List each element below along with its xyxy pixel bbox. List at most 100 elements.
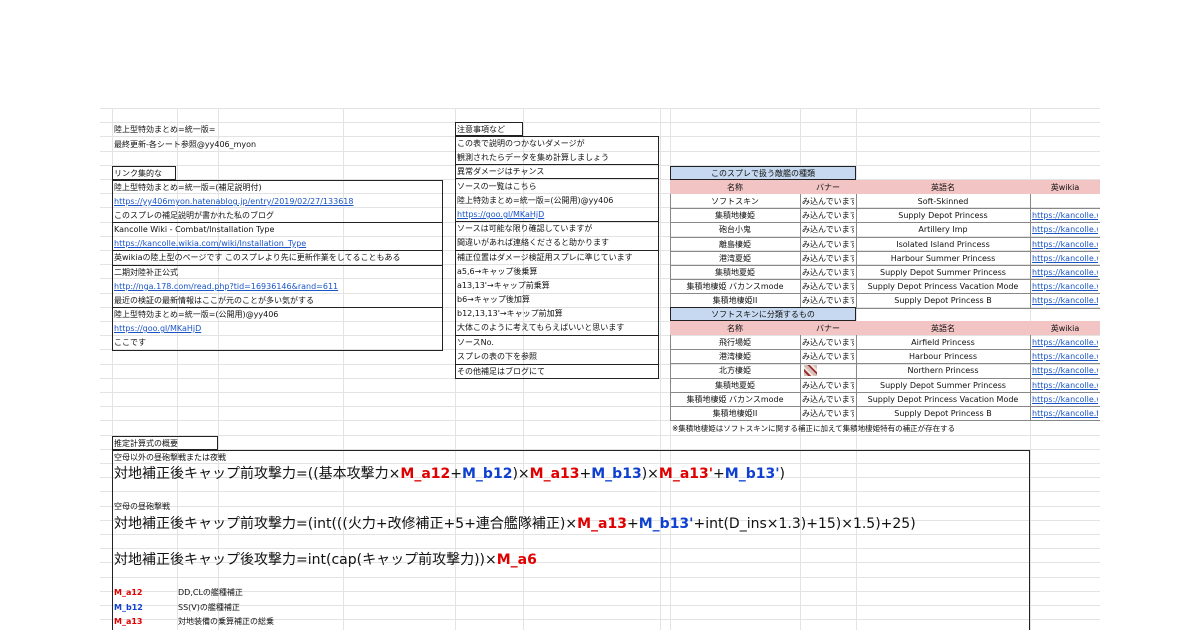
left-row-2: このスプレの補足説明が書かれた私のブログ (114, 211, 274, 220)
enemy-row-2-wikia-link[interactable]: https://kancolle.w (1032, 223, 1098, 236)
softskin-row-3-english: Supply Depot Summer Princess (880, 381, 1006, 390)
enemy-row-6-wikia-link[interactable]: https://kancolle.w (1032, 280, 1098, 293)
sub-col-english: 英語名 (931, 324, 955, 333)
enemy-row-3-wikia-link[interactable]: https://kancolle.w (1032, 238, 1098, 251)
enemy-row-1-name: 集積地棲姫 (715, 211, 755, 220)
note-13: 大体このように考えてもらえばいいと思います (457, 323, 625, 332)
softskin-row-1-name: 港湾棲姫 (719, 352, 751, 361)
note-4: 陸上特効まとめ=統一版=(公開用)@yy406 (457, 196, 614, 205)
left-link-4[interactable]: https://kancolle.wikia.com/wiki/Installa… (114, 237, 439, 250)
col-banner: バナー (816, 183, 840, 192)
legend-key-b12: M_b12 (114, 603, 143, 612)
enemy-row-1-wikia-link[interactable]: https://kancolle.w (1032, 209, 1098, 222)
enemy-row-5-wikia-link[interactable]: https://kancolle.w (1032, 266, 1098, 279)
enemy-row-0-name: ソフトスキン (711, 197, 759, 206)
softskin-row-3-name: 集積地夏姫 (715, 381, 755, 390)
formula-3: 対地補正後キャップ後攻撃力=int(cap(キャップ前攻撃力))×M_a6 (114, 552, 537, 568)
note-12: b12,13,13'→キャップ前加算 (457, 309, 563, 318)
enemy-row-2-name: 砲台小鬼 (719, 225, 751, 234)
note-15: スプレの表の下を参照 (457, 352, 537, 361)
sheet-title: 陸上型特効まとめ=統一版= (114, 125, 216, 134)
col-wikia: 英wikia (1050, 183, 1080, 192)
note-3: ソースの一覧はこちら (457, 182, 537, 191)
softskin-row-2-wikia-link[interactable]: https://kancolle.w (1032, 364, 1098, 377)
enemy-row-5-name: 集積地夏姫 (715, 268, 755, 277)
enemy-row-6-name: 集積地棲姫 バカンスmode (686, 282, 784, 291)
footnote: ※集積地棲姫はソフトスキンに関する補正に加えて集積地棲姫特有の補正が存在する (672, 424, 956, 433)
legend-desc-b12: SS(V)の艦種補正 (178, 603, 240, 612)
left-row-3: Kancolle Wiki - Combat/Installation Type (114, 225, 275, 234)
enemy-row-2-banner: み込んでいます (802, 225, 854, 234)
enemy-row-7-english: Supply Depot Princess B (894, 296, 992, 305)
enemy-row-2-english: Artillery Imp (918, 225, 968, 234)
softskin-row-0-wikia-link[interactable]: https://kancolle.w (1032, 336, 1098, 349)
softskin-row-2-english: Northern Princess (907, 366, 979, 375)
softskin-row-4-banner: み込んでいます (802, 395, 854, 404)
enemy-row-0-banner: み込んでいます (802, 197, 854, 206)
legend-desc-a12: DD,CLの艦種補正 (178, 588, 243, 597)
enemy-row-4-banner: み込んでいます (802, 254, 854, 263)
left-link-10[interactable]: https://goo.gl/MKaHjD (114, 322, 439, 335)
softskin-row-2-name: 北方棲姫 (719, 366, 751, 375)
softskin-row-3-wikia-link[interactable]: https://kancolle.w (1032, 379, 1098, 392)
enemy-row-3-english: Isolated Island Princess (896, 240, 990, 249)
enemy-row-6-banner: み込んでいます (802, 282, 854, 291)
formula-header: 推定計算式の概要 (114, 439, 178, 448)
enemy-row-5-banner: み込んでいます (802, 268, 854, 277)
left-link-1[interactable]: https://yy406myon.hatenablog.jp/entry/20… (114, 195, 439, 208)
col-name: 名称 (727, 183, 743, 192)
enemy-row-1-english: Supply Depot Princess (898, 211, 988, 220)
left-link-7[interactable]: http://nga.178.com/read.php?tid=16936146… (114, 280, 439, 293)
legend-key-a12: M_a12 (114, 588, 143, 597)
note-1: 観測されたらデータを集め計算しましょう (457, 153, 609, 162)
col-english: 英語名 (931, 183, 955, 192)
softskin-row-4-english: Supply Depot Princess Vacation Mode (867, 395, 1019, 404)
note-2: 異常ダメージはチャンス (457, 167, 545, 176)
left-row-6: 二期対陸补正公式 (114, 268, 178, 277)
enemy-table-title: このスプレで扱う敵艦の種類 (711, 169, 815, 178)
formula-section-1: 空母以外の昼砲撃戦または夜戦 (114, 453, 226, 462)
left-row-11: ここです (114, 338, 146, 347)
enemy-row-4-wikia-link[interactable]: https://kancolle.w (1032, 252, 1098, 265)
softskin-row-3-banner: み込んでいます (802, 381, 854, 390)
note-8: 補正位置はダメージ検証用スプレに準じています (457, 253, 633, 262)
note-link-5[interactable]: https://goo.gl/MKaHjD (457, 208, 657, 221)
note-7: 間違いがあれば連絡くださると助かります (457, 238, 609, 247)
softskin-row-0-name: 飛行場姫 (719, 338, 751, 347)
left-row-9: 陸上型特効まとめ=統一版=(公開用)@yy406 (114, 310, 279, 319)
formula-section-2: 空母の昼砲撃戦 (114, 502, 170, 511)
softskin-row-1-banner: み込んでいます (802, 352, 854, 361)
softskin-row-4-wikia-link[interactable]: https://kancolle.w (1032, 393, 1098, 406)
left-row-5: 英wikiaの陸上型のページです このスプレより先に更新作業をしてることもある (114, 253, 401, 262)
note-0: この表で説明のつかないダメージが (457, 139, 585, 148)
last-updated: 最終更新-各シート参照@yy406_myon (114, 140, 257, 149)
enemy-row-1-banner: み込んでいます (802, 211, 854, 220)
legend-desc-a13: 対地装備の乗算補正の総乗 (178, 617, 274, 626)
legend-key-a13: M_a13 (114, 617, 143, 626)
softskin-row-4-name: 集積地棲姫 バカンスmode (686, 395, 784, 404)
note-16: その他補足はブログにて (457, 367, 545, 376)
enemy-row-0-english: Soft-Skinned (917, 197, 969, 206)
softskin-row-1-wikia-link[interactable]: https://kancolle.w (1032, 350, 1098, 363)
softskin-row-2-banner-thumbnail (804, 365, 817, 376)
softskin-row-5-banner: み込んでいます (802, 409, 854, 418)
note-9: a5,6→キャップ後乗算 (457, 267, 538, 276)
softskin-row-0-banner: み込んでいます (802, 338, 854, 347)
enemy-row-7-banner: み込んでいます (802, 296, 854, 305)
formula-2: 対地補正後キャップ前攻撃力=(int(((火力+改修補正+5+連合艦隊補正)×M… (114, 516, 916, 532)
spreadsheet: 陸上型特効まとめ=統一版= 最終更新-各シート参照@yy406_myon リンク… (100, 108, 1100, 630)
enemy-row-4-name: 港湾夏姫 (719, 254, 751, 263)
note-6: ソースは可能な限り確認していますが (457, 224, 593, 233)
softskin-row-5-name: 集積地棲姫II (712, 409, 758, 418)
note-14: ソースNo. (457, 338, 494, 347)
note-11: b6→キャップ後加算 (457, 295, 530, 304)
note-10: a13,13'→キャップ前乗算 (457, 281, 550, 290)
softskin-row-5-wikia-link[interactable]: https://kancolle.fa (1032, 407, 1098, 420)
softskin-title: ソフトスキンに分類するもの (711, 310, 815, 319)
enemy-row-7-wikia-link[interactable]: https://kancolle.fa (1032, 294, 1098, 307)
softskin-row-1-english: Harbour Princess (908, 352, 977, 361)
links-header: リンク集的な (114, 169, 162, 178)
enemy-row-3-banner: み込んでいます (802, 240, 854, 249)
sub-col-name: 名称 (727, 324, 743, 333)
enemy-row-6-english: Supply Depot Princess Vacation Mode (867, 282, 1019, 291)
